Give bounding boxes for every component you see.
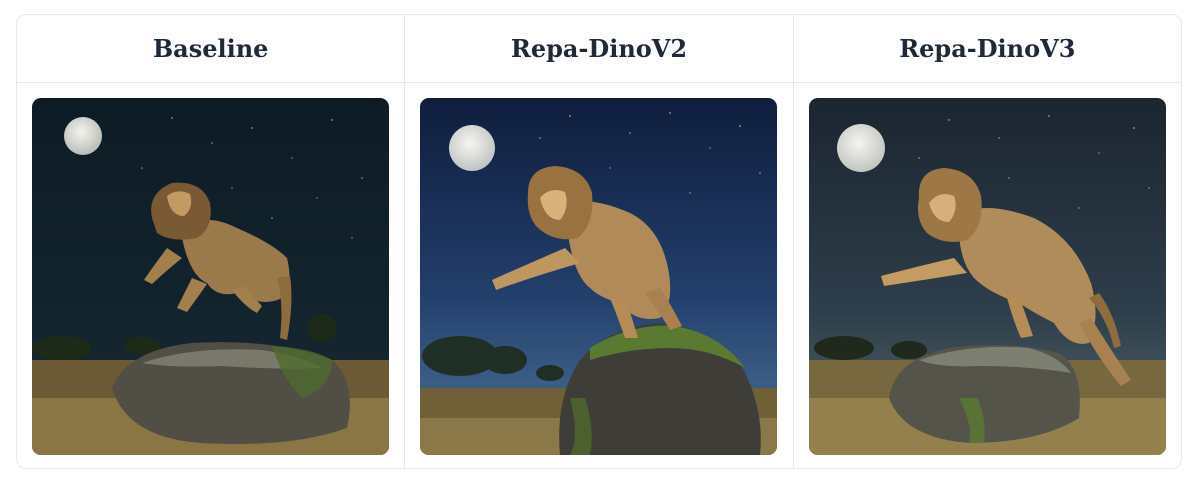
- column-header: Baseline: [17, 15, 405, 83]
- comparison-table: Baseline Repa-DinoV2 Repa-DinoV3: [16, 14, 1182, 469]
- column-cell: [405, 83, 792, 468]
- repa-dinov2-image: [420, 98, 778, 455]
- column-repa-dinov3: Repa-DinoV3: [793, 15, 1181, 468]
- repa-dinov3-image: [808, 98, 1166, 455]
- column-header: Repa-DinoV2: [405, 15, 793, 83]
- column-header: Repa-DinoV3: [793, 15, 1181, 83]
- column-cell: [17, 83, 404, 468]
- column-repa-dinov2: Repa-DinoV2: [405, 15, 794, 468]
- baseline-image: [32, 98, 390, 455]
- column-baseline: Baseline: [17, 15, 406, 468]
- column-cell: [794, 83, 1181, 468]
